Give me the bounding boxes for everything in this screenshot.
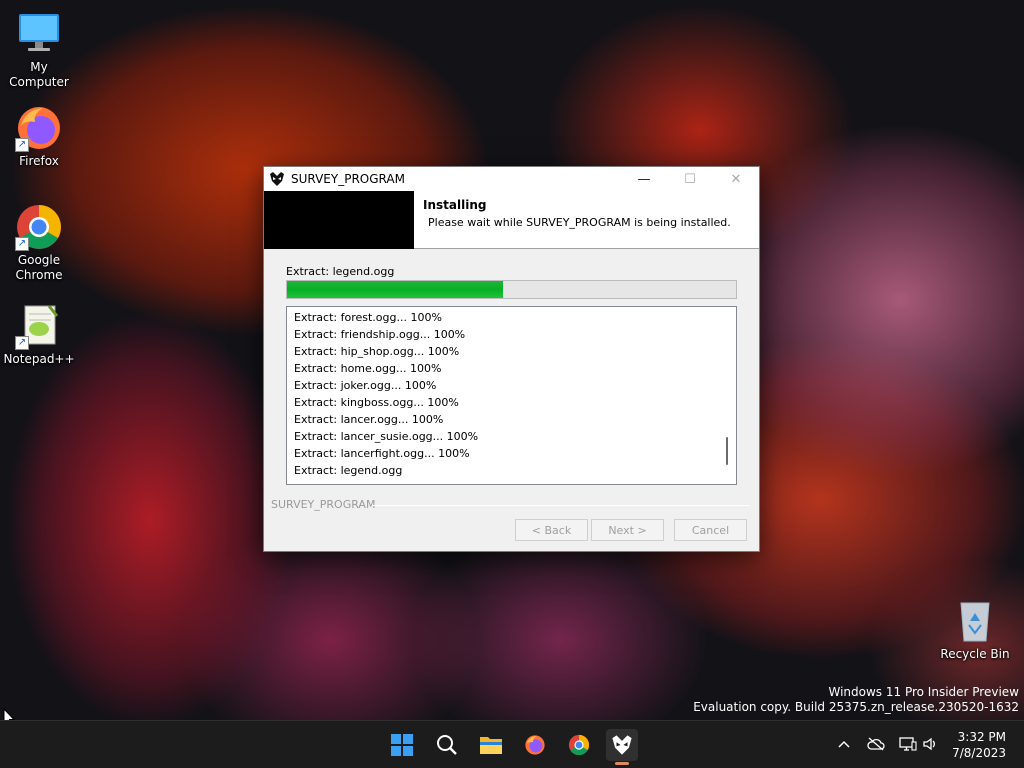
next-button[interactable]: Next > [591, 519, 664, 541]
file-explorer-icon[interactable] [475, 729, 507, 761]
header-banner-image [264, 191, 414, 249]
desktop-icon-firefox[interactable]: ↗ Firefox [0, 104, 78, 169]
desktop-icon-notepadpp[interactable]: ↗ Notepad++ [0, 302, 78, 367]
system-clock[interactable]: 3:32 PM 7/8/2023 [952, 729, 1006, 761]
survey-program-icon [267, 171, 287, 187]
desktop-icon-my-computer[interactable]: My Computer [0, 10, 78, 90]
progress-fill [287, 281, 503, 298]
firefox-icon[interactable] [519, 729, 551, 761]
survey-program-icon[interactable] [606, 729, 638, 765]
firefox-icon: ↗ [15, 104, 63, 152]
maximize-button[interactable]: ☐ [667, 167, 713, 191]
installer-header: Installing Please wait while SURVEY_PROG… [264, 191, 759, 249]
taskbar: 3:32 PM 7/8/2023 [0, 720, 1024, 768]
clock-time: 3:32 PM [957, 730, 1006, 744]
log-line: Extract: hip_shop.ogg... 100% [294, 345, 460, 358]
back-button[interactable]: < Back [515, 519, 588, 541]
log-line: Extract: joker.ogg... 100% [294, 379, 437, 392]
minimize-button[interactable]: — [621, 167, 667, 191]
windows-watermark: Windows 11 Pro Insider Preview Evaluatio… [693, 685, 1019, 715]
desktop-icon-recycle-bin[interactable]: Recycle Bin [936, 597, 1014, 662]
log-line: Extract: kingboss.ogg... 100% [294, 396, 459, 409]
log-line: Extract: friendship.ogg... 100% [294, 328, 466, 341]
clock-date: 7/8/2023 [952, 746, 1006, 760]
header-title: Installing [423, 198, 487, 212]
desktop-icon-label: Google Chrome [15, 253, 63, 282]
recycle-bin-icon [951, 597, 999, 645]
log-line: Extract: forest.ogg... 100% [294, 311, 442, 324]
volume-icon[interactable] [920, 733, 942, 755]
desktop-icon-chrome[interactable]: ↗ Google Chrome [0, 203, 78, 283]
installer-window: SURVEY_PROGRAM — ☐ ✕ Installing Please w… [263, 166, 760, 552]
computer-icon [15, 10, 63, 58]
network-icon[interactable] [897, 733, 919, 755]
chrome-icon: ↗ [15, 203, 63, 251]
log-line: Extract: legend.ogg [294, 464, 403, 477]
active-app-indicator [615, 762, 629, 765]
branding-text: SURVEY_PROGRAM [271, 498, 376, 511]
chrome-icon[interactable] [563, 729, 595, 761]
search-icon[interactable] [431, 729, 463, 761]
cancel-button[interactable]: Cancel [674, 519, 747, 541]
desktop-icon-label: Notepad++ [3, 352, 75, 366]
cloud-icon[interactable] [865, 733, 887, 755]
log-line: Extract: lancer_susie.ogg... 100% [294, 430, 479, 443]
current-status: Extract: legend.ogg [286, 265, 395, 278]
desktop-icon-label: Recycle Bin [940, 647, 1010, 661]
shortcut-arrow-icon: ↗ [15, 138, 29, 152]
close-button[interactable]: ✕ [713, 167, 759, 191]
scroll-thumb[interactable] [726, 437, 728, 465]
notepadpp-icon: ↗ [15, 302, 63, 350]
desktop: My Computer ↗ Firefox ↗ Google Chrome ↗ … [0, 0, 1024, 720]
install-log[interactable]: Extract: forest.ogg... 100% Extract: frie… [286, 306, 737, 485]
desktop-icon-label: My Computer [9, 60, 69, 89]
log-line: Extract: lancer.ogg... 100% [294, 413, 444, 426]
start-icon[interactable] [386, 729, 418, 761]
shortcut-arrow-icon: ↗ [15, 336, 29, 350]
title-bar[interactable]: SURVEY_PROGRAM — ☐ ✕ [264, 167, 759, 191]
header-subtitle: Please wait while SURVEY_PROGRAM is bein… [428, 216, 731, 229]
log-scrollbar[interactable] [719, 307, 736, 484]
window-title: SURVEY_PROGRAM [291, 172, 405, 186]
log-line: Extract: lancerfight.ogg... 100% [294, 447, 470, 460]
progress-bar [286, 280, 737, 299]
chevron-up-icon[interactable] [833, 733, 855, 755]
watermark-build: Evaluation copy. Build 25375.zn_release.… [693, 700, 1019, 714]
desktop-icon-label: Firefox [19, 154, 59, 168]
watermark-edition: Windows 11 Pro Insider Preview [828, 685, 1019, 699]
log-line: Extract: home.ogg... 100% [294, 362, 442, 375]
shortcut-arrow-icon: ↗ [15, 237, 29, 251]
footer-divider [372, 505, 750, 506]
